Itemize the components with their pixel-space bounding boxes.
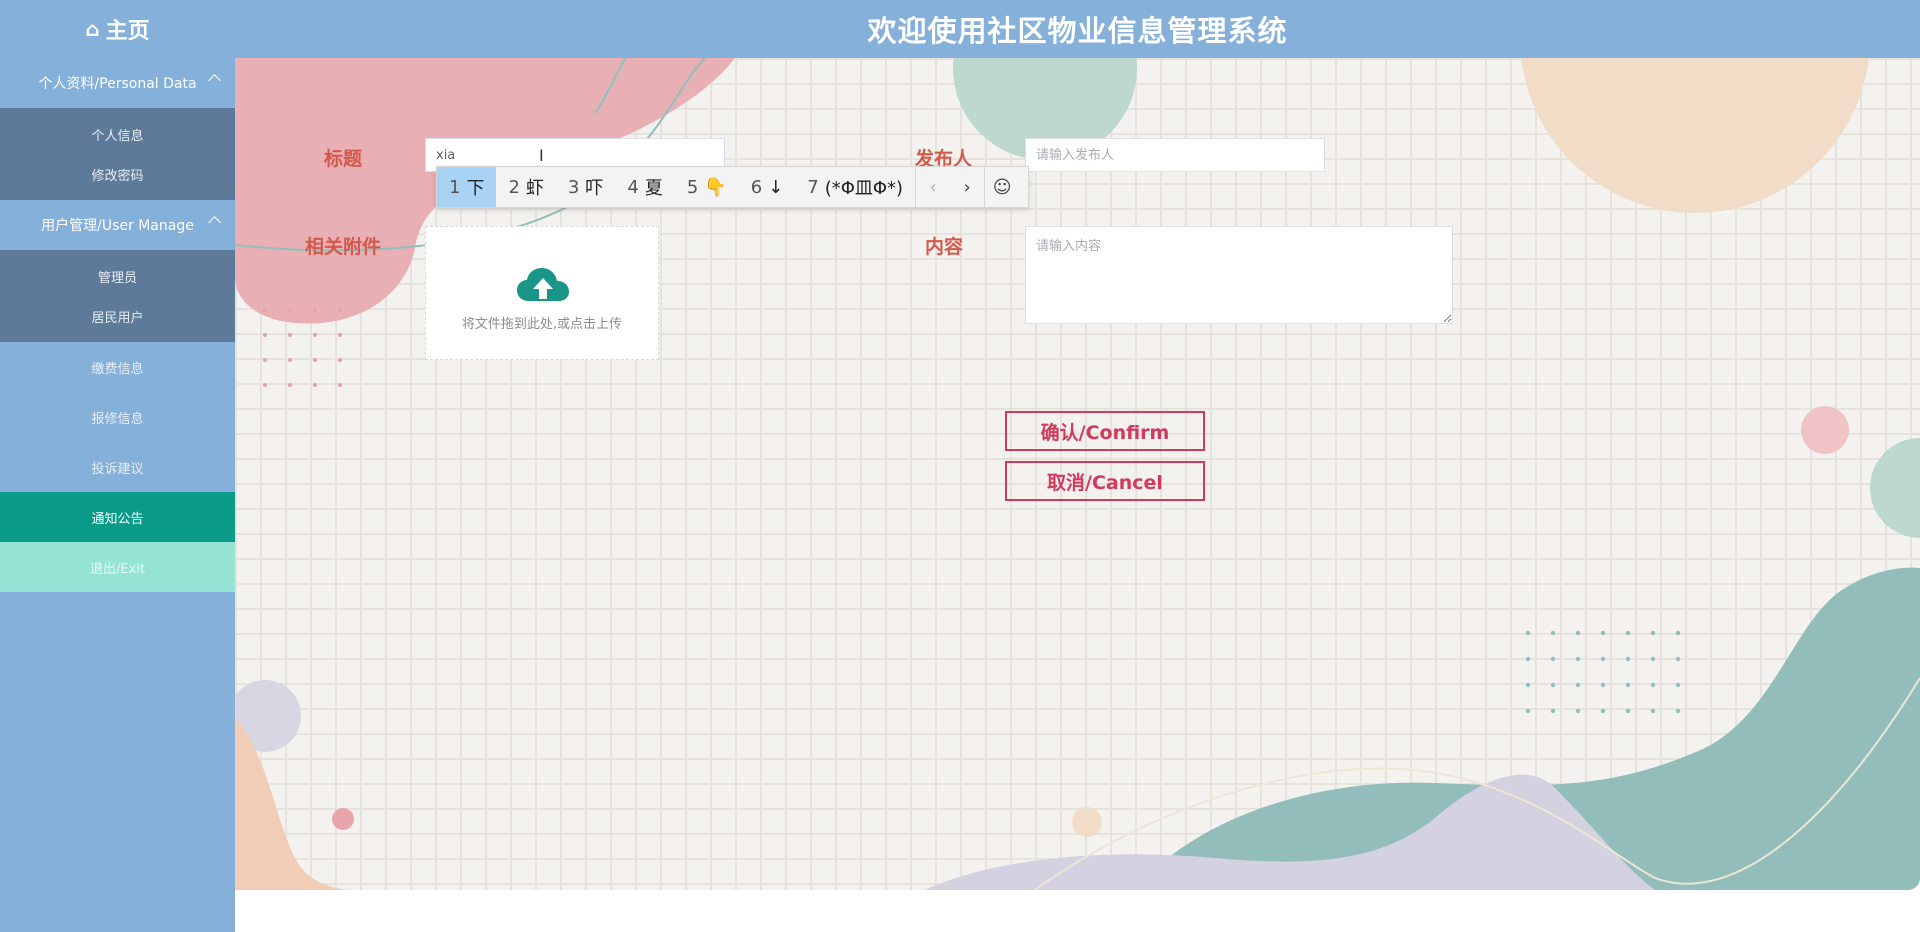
- sidebar-item-exit[interactable]: 退出/Exit: [0, 542, 235, 592]
- ime-candidate-2[interactable]: 2 虾: [496, 167, 555, 207]
- sidebar-item-complaint[interactable]: 投诉建议: [0, 442, 235, 492]
- sidebar-item-change-password[interactable]: 修改密码: [0, 154, 235, 194]
- ime-candidate-4[interactable]: 4 夏: [615, 167, 674, 207]
- ime-prev-page-icon[interactable]: ‹: [916, 167, 950, 207]
- sidebar: 个人资料/Personal Data 个人信息 修改密码 用户管理/User M…: [0, 58, 235, 932]
- down-arrow-icon: ↓: [768, 176, 784, 198]
- upload-cloud-icon: [517, 268, 569, 301]
- sidebar-item-personal-info[interactable]: 个人信息: [0, 114, 235, 154]
- attachment-label: 相关附件: [305, 236, 382, 258]
- page-title: 欢迎使用社区物业信息管理系统: [867, 14, 1288, 48]
- sidebar-item-admin[interactable]: 管理员: [0, 256, 235, 296]
- sidebar-item-notice[interactable]: 通知公告: [0, 492, 235, 542]
- submenu-personal-data: 个人信息 修改密码: [0, 108, 235, 200]
- pointing-down-emoji-icon: 👇: [704, 176, 727, 198]
- emoji-smiley-icon[interactable]: ☺: [985, 167, 1019, 207]
- publisher-input[interactable]: [1025, 138, 1325, 172]
- chevron-up-icon: [208, 216, 221, 229]
- submenu-user-manage: 管理员 居民用户: [0, 250, 235, 342]
- home-icon: ⌂: [85, 17, 100, 41]
- title-label: 标题: [324, 148, 363, 170]
- ime-candidate-3[interactable]: 3 吓: [556, 167, 615, 207]
- cancel-button[interactable]: 取消/Cancel: [1005, 461, 1205, 501]
- menu-group-label: 用户管理/User Manage: [41, 218, 194, 234]
- text-cursor-icon: I: [539, 146, 544, 165]
- content-label: 内容: [925, 236, 964, 258]
- sidebar-item-payment[interactable]: 缴费信息: [0, 342, 235, 392]
- ime-candidate-bar: 1 下 2 虾 3 吓 4 夏 5 👇 6 ↓ 7 (*Φ皿Φ*) ‹ › ☺: [436, 166, 1029, 208]
- menu-group-personal-data[interactable]: 个人资料/Personal Data: [0, 58, 235, 108]
- content-textarea[interactable]: [1025, 226, 1453, 324]
- home-link[interactable]: ⌂ 主页: [0, 0, 235, 58]
- chevron-up-icon: [208, 74, 221, 87]
- file-upload-dropzone[interactable]: 将文件拖到此处,或点击上传: [425, 226, 659, 360]
- top-header: ⌂ 主页 欢迎使用社区物业信息管理系统: [0, 0, 1920, 58]
- ime-candidate-1[interactable]: 1 下: [437, 167, 497, 207]
- confirm-button[interactable]: 确认/Confirm: [1005, 411, 1205, 451]
- sidebar-item-repair[interactable]: 报修信息: [0, 392, 235, 442]
- menu-group-label: 个人资料/Personal Data: [38, 76, 197, 92]
- ime-candidate-7[interactable]: 7 (*Φ皿Φ*): [795, 167, 915, 207]
- upload-hint: 将文件拖到此处,或点击上传: [461, 317, 623, 332]
- sidebar-item-residents[interactable]: 居民用户: [0, 296, 235, 336]
- ime-candidate-6[interactable]: 6 ↓: [739, 167, 796, 207]
- home-label: 主页: [105, 19, 150, 44]
- menu-group-user-manage[interactable]: 用户管理/User Manage: [0, 200, 235, 250]
- ime-next-page-icon[interactable]: ›: [950, 167, 984, 207]
- ime-candidate-5[interactable]: 5 👇: [675, 167, 739, 207]
